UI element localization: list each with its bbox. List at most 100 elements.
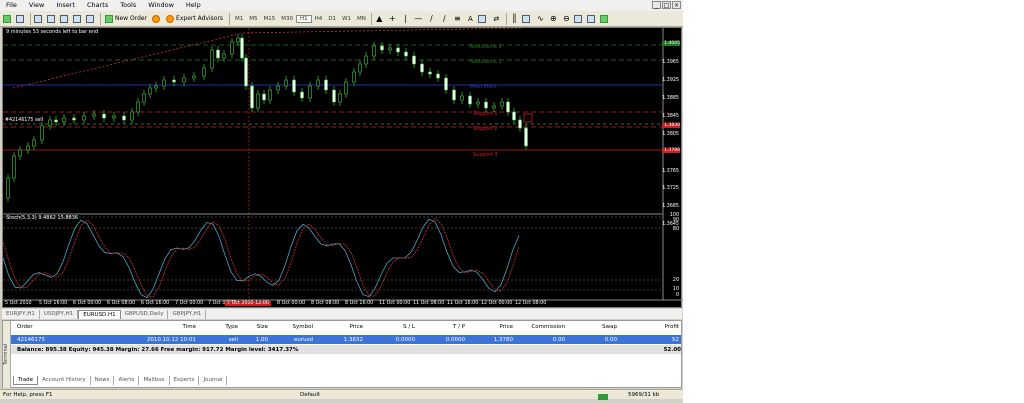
tab-news[interactable]: News bbox=[91, 376, 115, 385]
price-tag-red: 1.3830 bbox=[662, 123, 680, 128]
zoom-in-button[interactable]: ⊕ bbox=[548, 13, 559, 25]
price-axis-label: 1.3885 bbox=[662, 96, 679, 101]
timeframe-d1[interactable]: D1 bbox=[325, 16, 339, 22]
arrows-icon: ⇄ bbox=[493, 14, 500, 23]
menu-window[interactable]: Window bbox=[142, 0, 180, 11]
candlestick-button[interactable] bbox=[522, 13, 533, 25]
tester-button[interactable] bbox=[85, 13, 96, 25]
column-size[interactable]: Size bbox=[238, 324, 268, 333]
navigator-button[interactable] bbox=[59, 13, 70, 25]
navigator-icon bbox=[59, 14, 68, 23]
candle-body bbox=[240, 37, 244, 59]
table-row[interactable]: 42146175 2010.10.12 10:01 sell 1.00 euru… bbox=[11, 335, 681, 344]
candle-body bbox=[300, 91, 304, 99]
market-watch-button[interactable] bbox=[33, 13, 44, 25]
column-time[interactable]: Time bbox=[101, 324, 196, 333]
column-take-profit[interactable]: T / P bbox=[415, 324, 465, 333]
order-take-profit: 0.0000 bbox=[445, 336, 465, 343]
price-chart[interactable]: 9 minutes 53 seconds left to bar end Sto… bbox=[2, 27, 683, 308]
cursor-tool-button[interactable]: ▲ bbox=[374, 13, 385, 25]
tab-trade[interactable]: Trade bbox=[13, 376, 39, 385]
arrows-tool-button[interactable]: ⇄ bbox=[491, 13, 502, 25]
candle-body bbox=[484, 101, 488, 109]
timeframe-m15[interactable]: M15 bbox=[261, 16, 279, 22]
candle-body bbox=[130, 111, 134, 121]
chart-tab-usdjpy[interactable]: USDJPY,H1 bbox=[40, 310, 79, 319]
menu-help[interactable]: Help bbox=[180, 0, 207, 11]
candle-body bbox=[244, 57, 248, 87]
menu-insert[interactable]: Insert bbox=[50, 0, 81, 11]
price-axis-label: 1.3965 bbox=[662, 60, 679, 65]
text-tool-button[interactable]: A bbox=[465, 13, 476, 25]
menu-file[interactable]: File bbox=[0, 0, 23, 11]
new-chart-button[interactable] bbox=[2, 13, 13, 25]
timeframe-mn[interactable]: MN bbox=[354, 16, 369, 22]
timeframe-h1[interactable]: H1 bbox=[296, 14, 312, 23]
tab-journal[interactable]: Journal bbox=[199, 376, 228, 385]
timeframe-m5[interactable]: M5 bbox=[246, 16, 260, 22]
fibonacci-tool-button[interactable]: ≡ bbox=[452, 13, 463, 25]
tile-windows-button[interactable] bbox=[574, 13, 585, 25]
time-axis-label: 11 Oct 16:00 bbox=[447, 301, 479, 306]
column-commission[interactable]: Commission bbox=[513, 324, 565, 333]
channel-tool-button[interactable]: ∕ bbox=[439, 13, 450, 25]
candle-body bbox=[352, 71, 356, 83]
tab-experts[interactable]: Experts bbox=[170, 376, 200, 385]
label-tool-button[interactable] bbox=[478, 13, 489, 25]
vertical-line-tool-button[interactable]: | bbox=[400, 13, 411, 25]
terminal-button[interactable] bbox=[72, 13, 83, 25]
column-symbol[interactable]: Symbol bbox=[268, 324, 314, 333]
order-line-label[interactable]: #42146175 sell bbox=[5, 118, 43, 123]
new-order-button[interactable]: New Order bbox=[103, 13, 149, 25]
column-order[interactable]: Order bbox=[11, 324, 101, 333]
minimize-button[interactable]: _ bbox=[652, 1, 661, 9]
metaeditor-button[interactable] bbox=[151, 13, 162, 25]
timeframe-h4[interactable]: H4 bbox=[312, 16, 326, 22]
column-current-price[interactable]: Price bbox=[465, 324, 513, 333]
chart-shift-button[interactable] bbox=[587, 13, 598, 25]
time-axis-label: 6 Oct 16:00 bbox=[141, 301, 170, 306]
data-window-button[interactable] bbox=[46, 13, 57, 25]
zoom-out-button[interactable]: ⊖ bbox=[561, 13, 572, 25]
timeframe-m30[interactable]: M30 bbox=[278, 16, 296, 22]
timeframe-w1[interactable]: W1 bbox=[339, 16, 354, 22]
close-button[interactable]: × bbox=[672, 1, 681, 9]
timeframe-m1[interactable]: M1 bbox=[232, 16, 246, 22]
crosshair-tool-button[interactable]: + bbox=[387, 13, 398, 25]
sell-marker bbox=[523, 113, 533, 123]
order-open-price: 1.3832 bbox=[343, 336, 363, 343]
indicators-button[interactable] bbox=[600, 13, 611, 25]
column-swap[interactable]: Swap bbox=[565, 324, 617, 333]
expert-advisors-button[interactable]: Expert Advisors bbox=[164, 13, 225, 25]
candle-body bbox=[412, 55, 416, 65]
chart-tab-eurusd[interactable]: EURUSD,H1 bbox=[78, 310, 121, 319]
bar-chart-button[interactable]: ║ bbox=[509, 13, 520, 25]
status-help-text: For Help, press F1 bbox=[3, 392, 53, 398]
channel-icon: ∕ bbox=[443, 14, 446, 23]
candle-body bbox=[54, 119, 58, 123]
time-axis-highlight: 7 Oct 2010 12:00 bbox=[225, 301, 271, 306]
metaeditor-icon bbox=[151, 14, 160, 23]
menu-view[interactable]: View bbox=[23, 0, 50, 11]
tab-mailbox[interactable]: Mailbox bbox=[139, 376, 170, 385]
column-type[interactable]: Type bbox=[196, 324, 238, 333]
line-chart-button[interactable]: ∿ bbox=[535, 13, 546, 25]
column-price[interactable]: Price bbox=[313, 324, 363, 333]
chart-tab-eurjpy[interactable]: EURJPY,H1 bbox=[2, 310, 40, 319]
cursor-icon: ▲ bbox=[376, 14, 383, 23]
terminal-caption-text: Terminal bbox=[3, 343, 9, 365]
menu-charts[interactable]: Charts bbox=[81, 0, 114, 11]
restore-button[interactable]: □ bbox=[662, 1, 671, 9]
chart-tab-gbpusd[interactable]: GBPUSD,Daily bbox=[121, 310, 169, 319]
column-stop-loss[interactable]: S / L bbox=[363, 324, 415, 333]
horizontal-line-tool-button[interactable]: — bbox=[413, 13, 424, 25]
label-tool-icon bbox=[478, 14, 487, 23]
chart-tab-gbpjpy[interactable]: GBPJPY,H1 bbox=[168, 310, 207, 319]
column-profit[interactable]: Profit bbox=[617, 324, 679, 333]
profiles-button[interactable] bbox=[15, 13, 26, 25]
trendline-tool-button[interactable]: / bbox=[426, 13, 437, 25]
stoch-axis-label: 0 bbox=[675, 293, 679, 298]
menu-tools[interactable]: Tools bbox=[114, 0, 142, 11]
tab-account-history[interactable]: Account History bbox=[38, 376, 91, 385]
tab-alerts[interactable]: Alerts bbox=[114, 376, 140, 385]
